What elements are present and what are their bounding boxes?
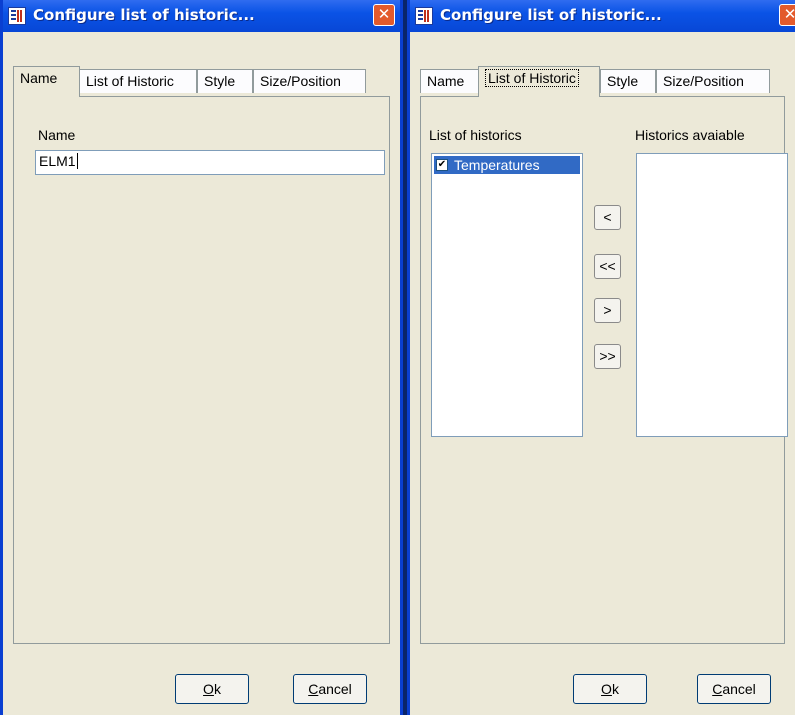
list-item-label: Temperatures: [454, 157, 540, 173]
tab-panel: List of historics Historics avaiable ✔ T…: [420, 96, 788, 644]
tab-strip: Name List of Historic Style Size/Positio…: [13, 66, 390, 97]
available-listbox[interactable]: [636, 153, 788, 437]
close-icon[interactable]: ✕: [779, 4, 795, 26]
app-icon: [415, 7, 433, 25]
window-title: Configure list of historic...: [33, 6, 255, 24]
tab-name[interactable]: Name: [13, 66, 80, 97]
move-all-left-button[interactable]: <<: [594, 254, 621, 279]
tab-list-of-historic[interactable]: List of Historic: [79, 69, 197, 93]
title-bar[interactable]: Configure list of historic... ✕: [3, 0, 400, 32]
cancel-button[interactable]: Cancel: [697, 674, 771, 704]
historics-listbox[interactable]: ✔ Temperatures: [431, 153, 583, 437]
move-left-button[interactable]: <: [594, 205, 621, 230]
cancel-button[interactable]: Cancel: [293, 674, 367, 704]
tab-size-position[interactable]: Size/Position: [656, 69, 770, 93]
list-of-historics-label: List of historics: [429, 127, 522, 143]
dialog-list-tab: Configure list of historic... ✕ Name Lis…: [407, 0, 795, 715]
tab-list-of-historic-label: List of Historic: [485, 69, 579, 87]
list-item[interactable]: ✔ Temperatures: [434, 156, 580, 174]
close-icon[interactable]: ✕: [373, 4, 395, 26]
tab-list-of-historic[interactable]: List of Historic: [478, 66, 600, 97]
historics-available-label: Historics avaiable: [635, 127, 745, 143]
move-all-right-button[interactable]: >>: [594, 344, 621, 369]
tab-strip: Name List of Historic Style Size/Positio…: [420, 66, 785, 97]
ok-button[interactable]: Ok: [175, 674, 249, 704]
tab-name[interactable]: Name: [420, 69, 480, 93]
name-label: Name: [38, 127, 76, 143]
checkbox[interactable]: ✔: [436, 159, 448, 171]
dialog-name-tab: Configure list of historic... ✕ Name Lis…: [0, 0, 403, 715]
window-title: Configure list of historic...: [440, 6, 662, 24]
tab-panel: Name ELM1: [13, 96, 390, 644]
ok-button[interactable]: Ok: [573, 674, 647, 704]
tab-size-position[interactable]: Size/Position: [253, 69, 366, 93]
tab-style[interactable]: Style: [600, 69, 656, 93]
move-right-button[interactable]: >: [594, 298, 621, 323]
app-icon: [8, 7, 26, 25]
name-input-value: ELM1: [39, 153, 76, 169]
title-bar[interactable]: Configure list of historic... ✕: [410, 0, 795, 32]
tab-style[interactable]: Style: [197, 69, 253, 93]
name-input[interactable]: ELM1: [35, 150, 385, 175]
